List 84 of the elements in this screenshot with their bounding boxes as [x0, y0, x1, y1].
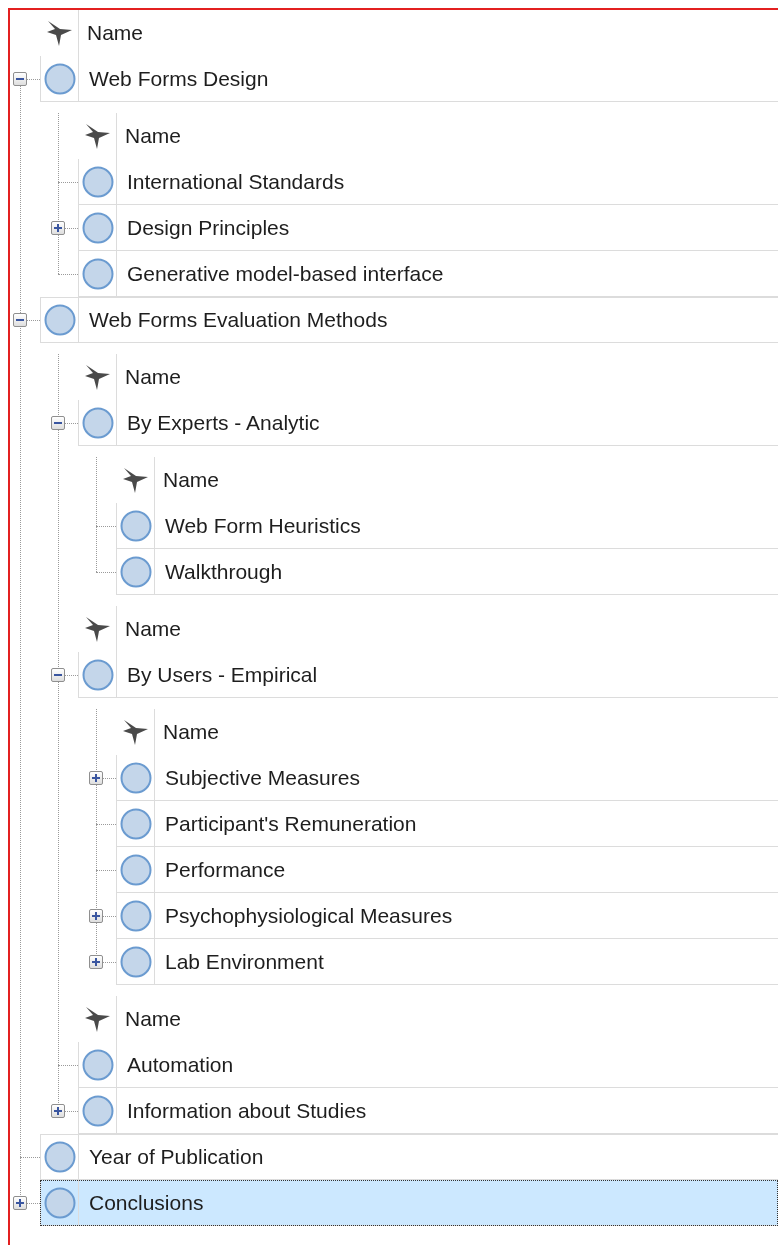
- node-icon: [119, 555, 152, 588]
- tree-row[interactable]: Participant's Remuneration: [116, 801, 778, 847]
- node-icon: [43, 1186, 76, 1219]
- node-icon: [81, 1048, 114, 1081]
- node-icon: [119, 853, 152, 886]
- node-label: Information about Studies: [126, 1097, 367, 1124]
- star-icon: [83, 363, 111, 391]
- column-header[interactable]: Name: [78, 10, 144, 56]
- expander-button[interactable]: [51, 668, 65, 682]
- tree-row[interactable]: Psychophysiological Measures: [116, 893, 778, 939]
- star-icon: [45, 19, 73, 47]
- tree-row[interactable]: Design Principles: [78, 205, 778, 251]
- node-label: Subjective Measures: [164, 764, 360, 791]
- node-label: Web Forms Design: [88, 65, 269, 92]
- node-icon: [119, 899, 152, 932]
- node-icon: [81, 658, 114, 691]
- node-icon: [81, 257, 114, 290]
- expander-button[interactable]: [51, 416, 65, 430]
- tree-row[interactable]: Conclusions: [40, 1180, 778, 1226]
- node-label: Design Principles: [126, 214, 290, 241]
- expander-button[interactable]: [51, 221, 65, 235]
- column-header[interactable]: Name: [116, 996, 182, 1042]
- expander-button[interactable]: [13, 72, 27, 86]
- tree-row[interactable]: Year of Publication: [40, 1134, 778, 1180]
- node-label: Psychophysiological Measures: [164, 902, 453, 929]
- expand-icon: [15, 1198, 25, 1208]
- expander-button[interactable]: [89, 955, 103, 969]
- tree-row[interactable]: By Users - Empirical: [78, 652, 778, 698]
- column-header[interactable]: Name: [154, 457, 220, 503]
- node-label: Generative model-based interface: [126, 260, 444, 287]
- expand-icon: [91, 911, 101, 921]
- column-header[interactable]: Name: [116, 113, 182, 159]
- tree-row[interactable]: International Standards: [78, 159, 778, 205]
- tree-row[interactable]: Web Forms Evaluation Methods: [40, 297, 778, 343]
- tree-row[interactable]: Lab Environment: [116, 939, 778, 985]
- node-label: International Standards: [126, 168, 345, 195]
- column-header[interactable]: Name: [154, 709, 220, 755]
- column-header[interactable]: Name: [116, 354, 182, 400]
- expander-button[interactable]: [51, 1104, 65, 1118]
- expand-icon: [53, 1106, 63, 1116]
- node-label: Performance: [164, 856, 286, 883]
- node-label: Conclusions: [88, 1189, 204, 1216]
- tree-row[interactable]: Subjective Measures: [116, 755, 778, 801]
- column-header[interactable]: Name: [116, 606, 182, 652]
- expander-button[interactable]: [89, 909, 103, 923]
- star-icon: [121, 718, 149, 746]
- node-icon: [43, 62, 76, 95]
- node-label: Lab Environment: [164, 948, 324, 975]
- node-icon: [43, 1141, 76, 1173]
- tree-row[interactable]: Information about Studies: [78, 1088, 778, 1134]
- node-icon: [119, 807, 152, 840]
- expand-icon: [53, 223, 63, 233]
- tree-row[interactable]: Web Forms Design: [40, 56, 778, 102]
- node-label: Year of Publication: [88, 1144, 264, 1171]
- expander-button[interactable]: [13, 1196, 27, 1210]
- node-icon: [81, 165, 114, 198]
- tree-row[interactable]: Automation: [78, 1042, 778, 1088]
- expander-button[interactable]: [89, 771, 103, 785]
- node-label: Participant's Remuneration: [164, 810, 417, 837]
- node-icon: [119, 761, 152, 794]
- star-icon: [83, 615, 111, 643]
- node-icon: [119, 945, 152, 978]
- tree-row[interactable]: Walkthrough: [116, 549, 778, 595]
- node-icon: [81, 406, 114, 439]
- expander-button[interactable]: [13, 313, 27, 327]
- tree-row[interactable]: Performance: [116, 847, 778, 893]
- tree-row[interactable]: By Experts - Analytic: [78, 400, 778, 446]
- expand-icon: [91, 773, 101, 783]
- star-icon: [83, 1005, 111, 1033]
- tree-row[interactable]: Web Form Heuristics: [116, 503, 778, 549]
- node-label: By Experts - Analytic: [126, 409, 320, 436]
- node-label: Walkthrough: [164, 558, 283, 585]
- star-icon: [121, 466, 149, 494]
- node-label: Web Forms Evaluation Methods: [88, 307, 388, 334]
- star-icon: [83, 122, 111, 150]
- node-icon: [81, 211, 114, 244]
- node-label: By Users - Empirical: [126, 661, 318, 688]
- node-icon: [81, 1094, 114, 1127]
- node-icon: [119, 509, 152, 542]
- node-label: Automation: [126, 1051, 234, 1078]
- tree-row[interactable]: Generative model-based interface: [78, 251, 778, 297]
- node-icon: [43, 304, 76, 336]
- node-label: Web Form Heuristics: [164, 512, 361, 539]
- expand-icon: [91, 957, 101, 967]
